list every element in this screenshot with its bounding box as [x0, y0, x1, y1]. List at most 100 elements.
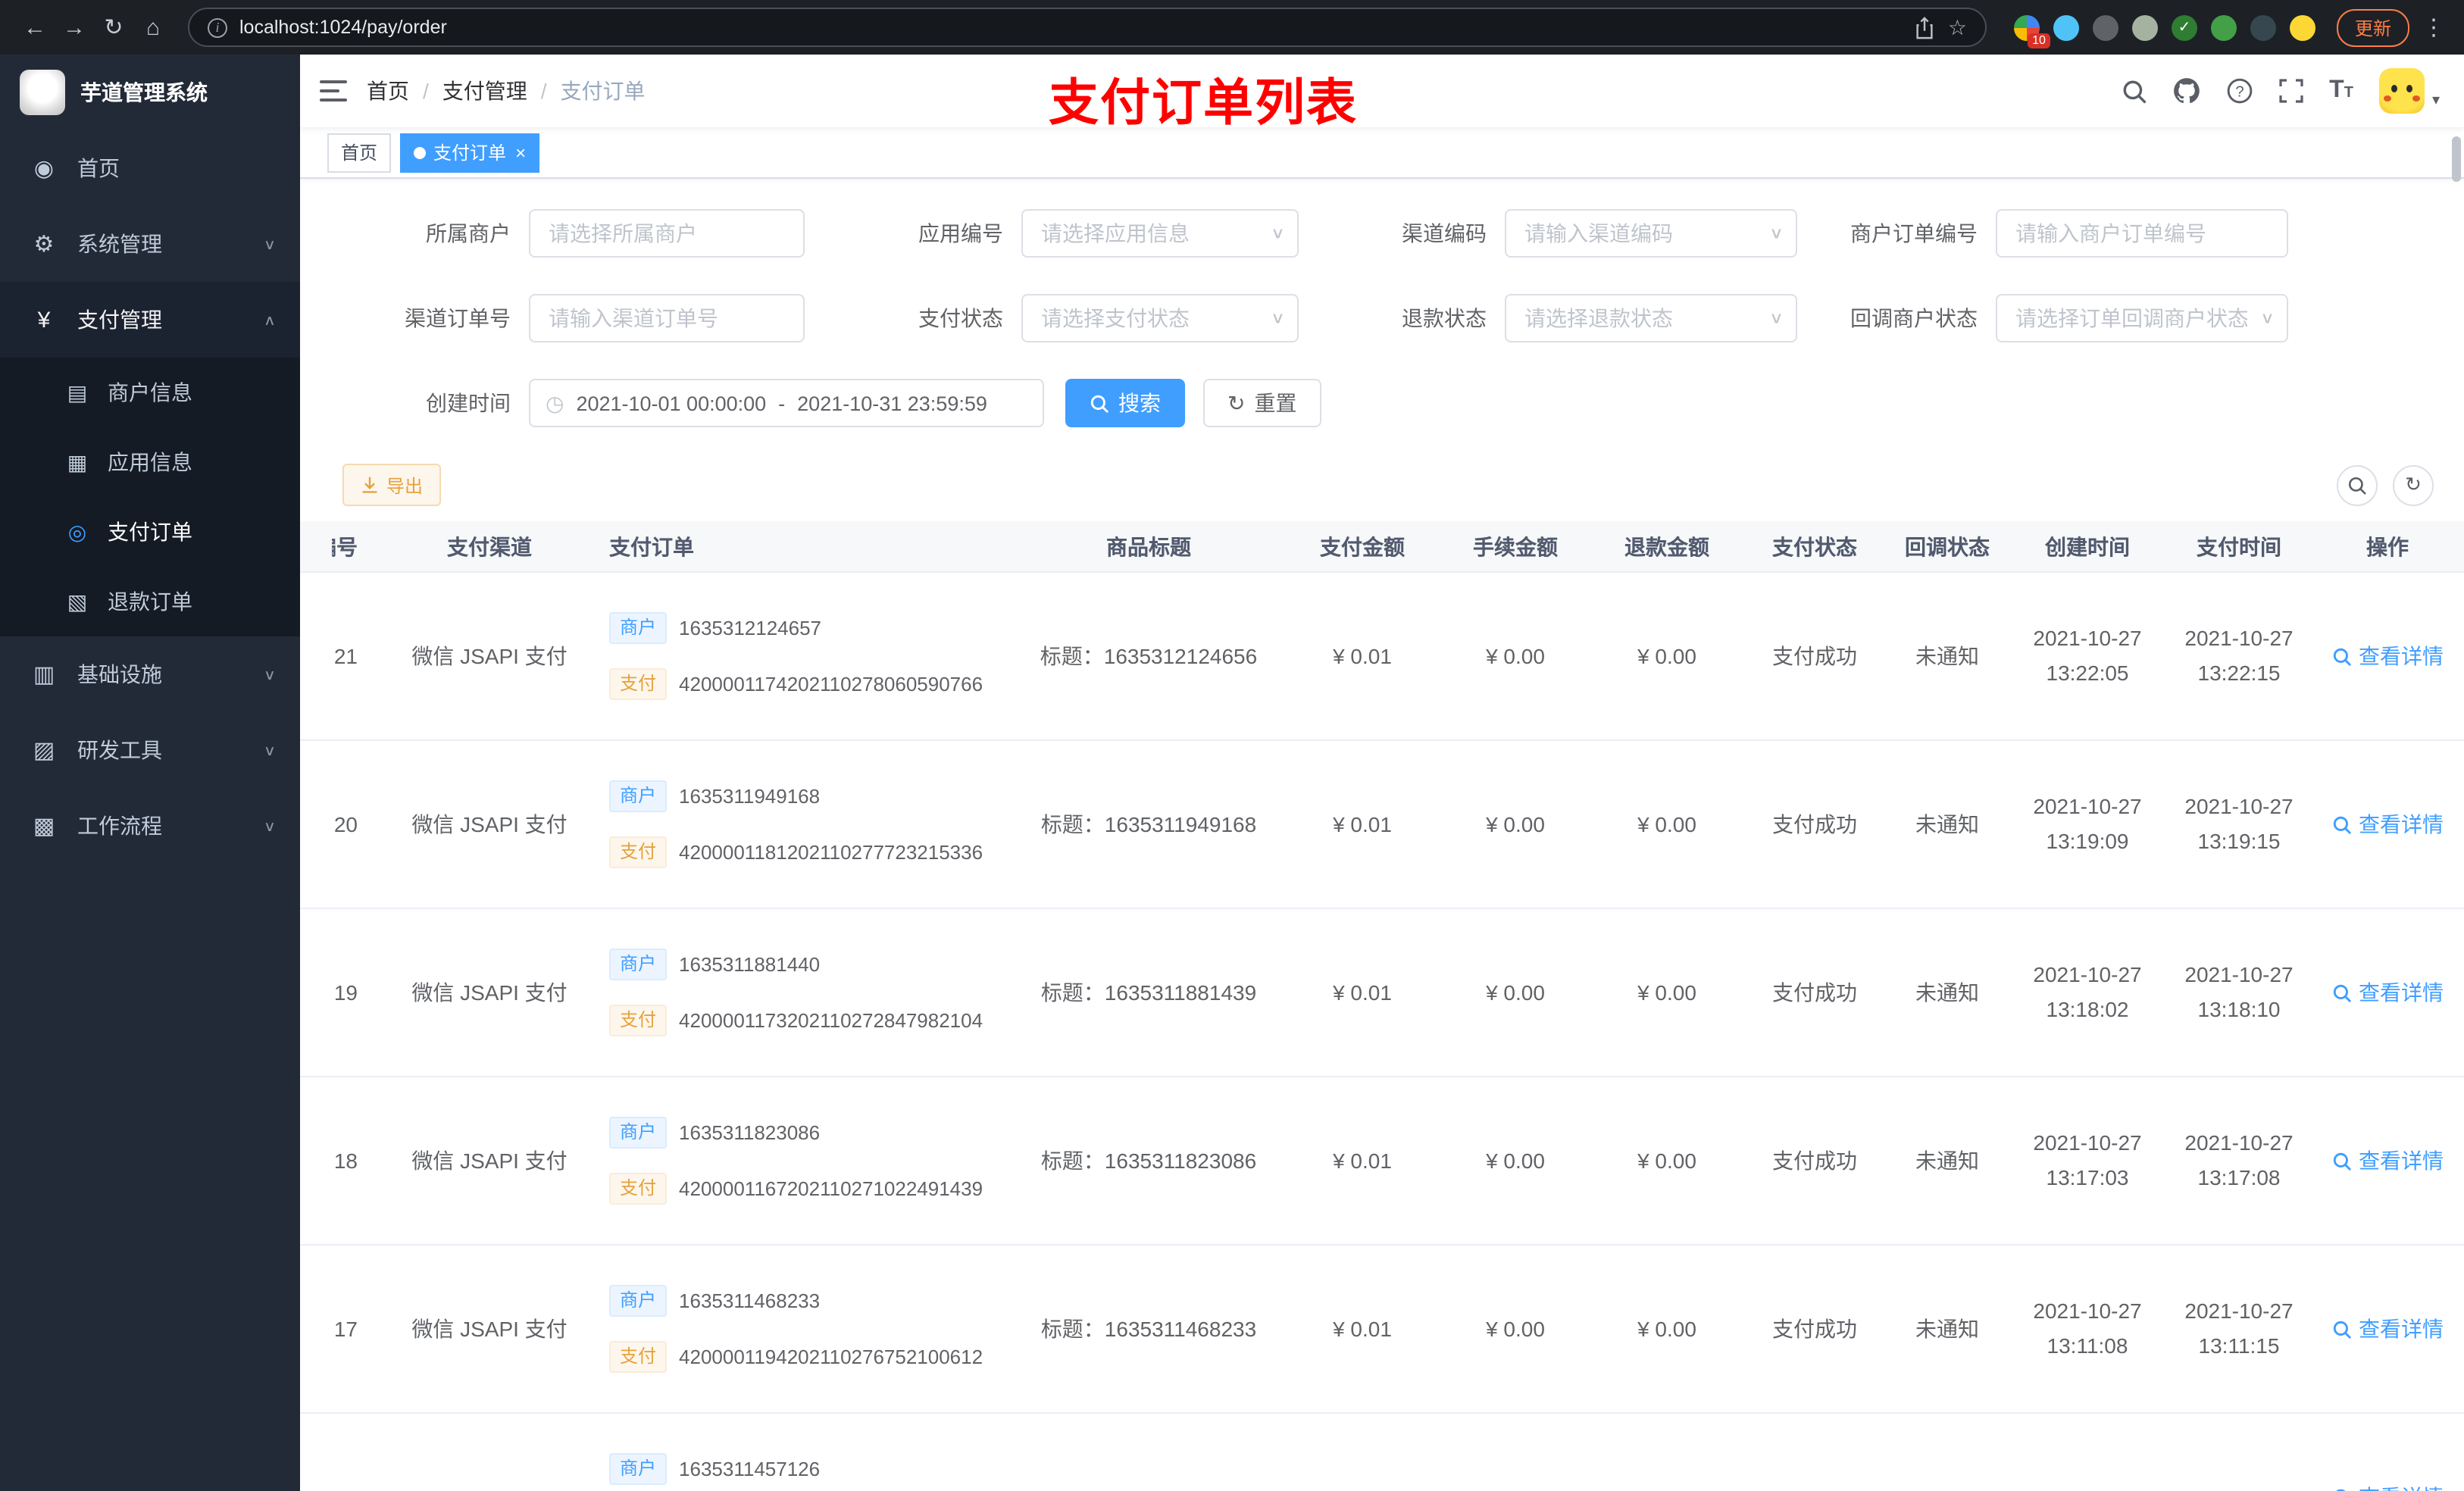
- sidebar-item-label: 系统管理: [77, 232, 162, 256]
- notify-status-input[interactable]: [1996, 294, 2288, 342]
- search-button[interactable]: 搜索: [1065, 379, 1185, 427]
- toggle-search-icon[interactable]: [2337, 464, 2378, 505]
- address-bar[interactable]: i localhost:1024/pay/order ☆: [188, 8, 1987, 47]
- hamburger-icon[interactable]: [300, 55, 367, 127]
- caret-down-icon: ▾: [2431, 92, 2440, 109]
- user-menu[interactable]: ▾: [2378, 68, 2440, 114]
- view-detail-link[interactable]: 查看详情: [2311, 809, 2464, 839]
- channel-code-select[interactable]: ∨: [1505, 209, 1797, 258]
- merchant-select[interactable]: [529, 209, 805, 258]
- pay-status-input[interactable]: [1021, 294, 1299, 342]
- app-select[interactable]: ∨: [1021, 209, 1299, 258]
- back-icon[interactable]: ←: [15, 8, 55, 47]
- extension-icon-4[interactable]: [2131, 14, 2158, 40]
- breadcrumb-item[interactable]: 首页: [367, 76, 409, 106]
- browser-menu-icon[interactable]: ⋮: [2419, 14, 2449, 41]
- date-end: 2021-10-31 23:59:59: [797, 392, 987, 414]
- github-icon[interactable]: [2173, 77, 2200, 105]
- channel-order-no-field[interactable]: [529, 294, 805, 342]
- cell-refund: ¥ 0.00: [1637, 1149, 1696, 1173]
- cell-created: 2021-10-27 13:17:03: [2033, 1130, 2142, 1189]
- create-time-range-picker[interactable]: ◷ 2021-10-01 00:00:00 - 2021-10-31 23:59…: [529, 379, 1044, 427]
- table-row[interactable]: 19 微信 JSAPI 支付 商户 1635311881440 支付 42000…: [300, 909, 2464, 1077]
- merchant-order-no: 1635311881440: [679, 953, 821, 976]
- cell-status: 支付成功: [1772, 1317, 1857, 1341]
- filter-label: 渠道订单号: [405, 306, 511, 330]
- filter-row-1: 所属商户 应用编号 ∨ 渠道编码 ∨ 商户订单编号: [300, 209, 2464, 258]
- home-icon[interactable]: ⌂: [133, 8, 173, 47]
- sidebar-item-refund-order[interactable]: ▧ 退款订单: [0, 567, 300, 636]
- extension-icon-5[interactable]: ✓: [2171, 14, 2197, 40]
- close-icon[interactable]: ×: [515, 142, 526, 163]
- reset-button[interactable]: ↻ 重置: [1203, 379, 1321, 427]
- tab-pay-order[interactable]: 支付订单 ×: [400, 133, 540, 172]
- cell-id: 17: [333, 1317, 358, 1341]
- table-row[interactable]: 21 微信 JSAPI 支付 商户 1635312124657 支付 42000…: [300, 573, 2464, 741]
- sidebar-item-devtools[interactable]: ▨ 研发工具 ∨: [0, 712, 300, 788]
- sidebar-item-payment[interactable]: ¥ 支付管理 ∧: [0, 282, 300, 358]
- header-title: 商品标题: [1106, 534, 1191, 558]
- sidebar-item-merchant-info[interactable]: ▤ 商户信息: [0, 358, 300, 427]
- table-row[interactable]: 18 微信 JSAPI 支付 商户 1635311823086 支付 42000…: [300, 1077, 2464, 1246]
- pay-order-no: 4200001181202110277723215336: [679, 841, 983, 864]
- extension-icon-1[interactable]: 10: [2013, 14, 2050, 48]
- sidebar-item-infra[interactable]: ▥ 基础设施 ∨: [0, 636, 300, 712]
- breadcrumb-item[interactable]: 支付管理: [442, 76, 527, 106]
- date-separator: -: [778, 392, 786, 414]
- extension-icon-8[interactable]: [2289, 14, 2315, 40]
- view-detail-label: 查看详情: [2359, 1317, 2444, 1341]
- view-detail-link[interactable]: 查看详情: [2311, 1482, 2464, 1491]
- sidebar-item-app-info[interactable]: ▦ 应用信息: [0, 427, 300, 497]
- forward-icon[interactable]: →: [55, 8, 94, 47]
- gear-icon: ⚙: [33, 232, 55, 258]
- notify-status-select[interactable]: ∨: [1996, 294, 2288, 342]
- extension-icon-3[interactable]: [2092, 14, 2118, 40]
- cell-refund: ¥ 0.00: [1637, 644, 1696, 668]
- table-row[interactable]: 17 微信 JSAPI 支付 商户 1635311468233 支付 42000…: [300, 1246, 2464, 1414]
- refresh-icon: ↻: [1227, 390, 1246, 414]
- cell-fee: ¥ 0.00: [1486, 644, 1545, 668]
- filter-label: 所属商户: [426, 221, 511, 245]
- refund-status-input[interactable]: [1505, 294, 1797, 342]
- table-row[interactable]: 商户 1635311457126 支付 查看详情: [300, 1414, 2464, 1491]
- search-icon[interactable]: [2122, 78, 2147, 104]
- merchant-order-no-field[interactable]: [1996, 209, 2288, 258]
- scrollbar-thumb[interactable]: [2452, 136, 2461, 182]
- fullscreen-icon[interactable]: [2279, 79, 2303, 103]
- sidebar-item-label: 退款订单: [108, 589, 192, 614]
- refund-status-select[interactable]: ∨: [1505, 294, 1797, 342]
- header-actions: 操作: [2366, 534, 2409, 558]
- sidebar-item-pay-order[interactable]: ◎ 支付订单: [0, 497, 300, 567]
- merchant-input[interactable]: [529, 209, 805, 258]
- view-detail-link[interactable]: 查看详情: [2311, 641, 2464, 671]
- view-detail-link[interactable]: 查看详情: [2311, 1314, 2464, 1344]
- sidebar-item-workflow[interactable]: ▩ 工作流程 ∨: [0, 788, 300, 864]
- sidebar-item-home[interactable]: ◉ 首页: [0, 130, 300, 206]
- bookmark-star-icon[interactable]: ☆: [1948, 14, 1967, 40]
- export-button[interactable]: 导出: [342, 464, 442, 506]
- view-detail-link[interactable]: 查看详情: [2311, 1146, 2464, 1176]
- table-row[interactable]: 20 微信 JSAPI 支付 商户 1635311949168 支付 42000…: [300, 741, 2464, 909]
- extension-icon-6[interactable]: [2210, 14, 2237, 40]
- channel-order-no-input[interactable]: [529, 294, 805, 342]
- app-input[interactable]: [1021, 209, 1299, 258]
- help-icon[interactable]: ?: [2226, 77, 2253, 105]
- cell-status: 支付成功: [1772, 812, 1857, 836]
- sidebar-item-system[interactable]: ⚙ 系统管理 ∨: [0, 206, 300, 282]
- share-icon[interactable]: [1915, 16, 1936, 39]
- page-title-annotation: 支付订单列表: [1049, 74, 1358, 130]
- header-status: 支付状态: [1772, 534, 1857, 558]
- pay-status-select[interactable]: ∨: [1021, 294, 1299, 342]
- avatar[interactable]: [2378, 68, 2425, 114]
- font-size-icon[interactable]: TT: [2329, 78, 2353, 103]
- channel-code-input[interactable]: [1505, 209, 1797, 258]
- refresh-table-icon[interactable]: ↻: [2393, 464, 2434, 505]
- reload-icon[interactable]: ↻: [94, 8, 133, 47]
- site-info-icon[interactable]: i: [208, 17, 227, 37]
- view-detail-link[interactable]: 查看详情: [2311, 977, 2464, 1008]
- tab-home[interactable]: 首页: [327, 133, 392, 172]
- extension-icon-2[interactable]: [2053, 14, 2079, 40]
- browser-update-button[interactable]: 更新: [2336, 8, 2409, 46]
- extension-icon-7[interactable]: [2250, 14, 2276, 40]
- merchant-order-no-input[interactable]: [1996, 209, 2288, 258]
